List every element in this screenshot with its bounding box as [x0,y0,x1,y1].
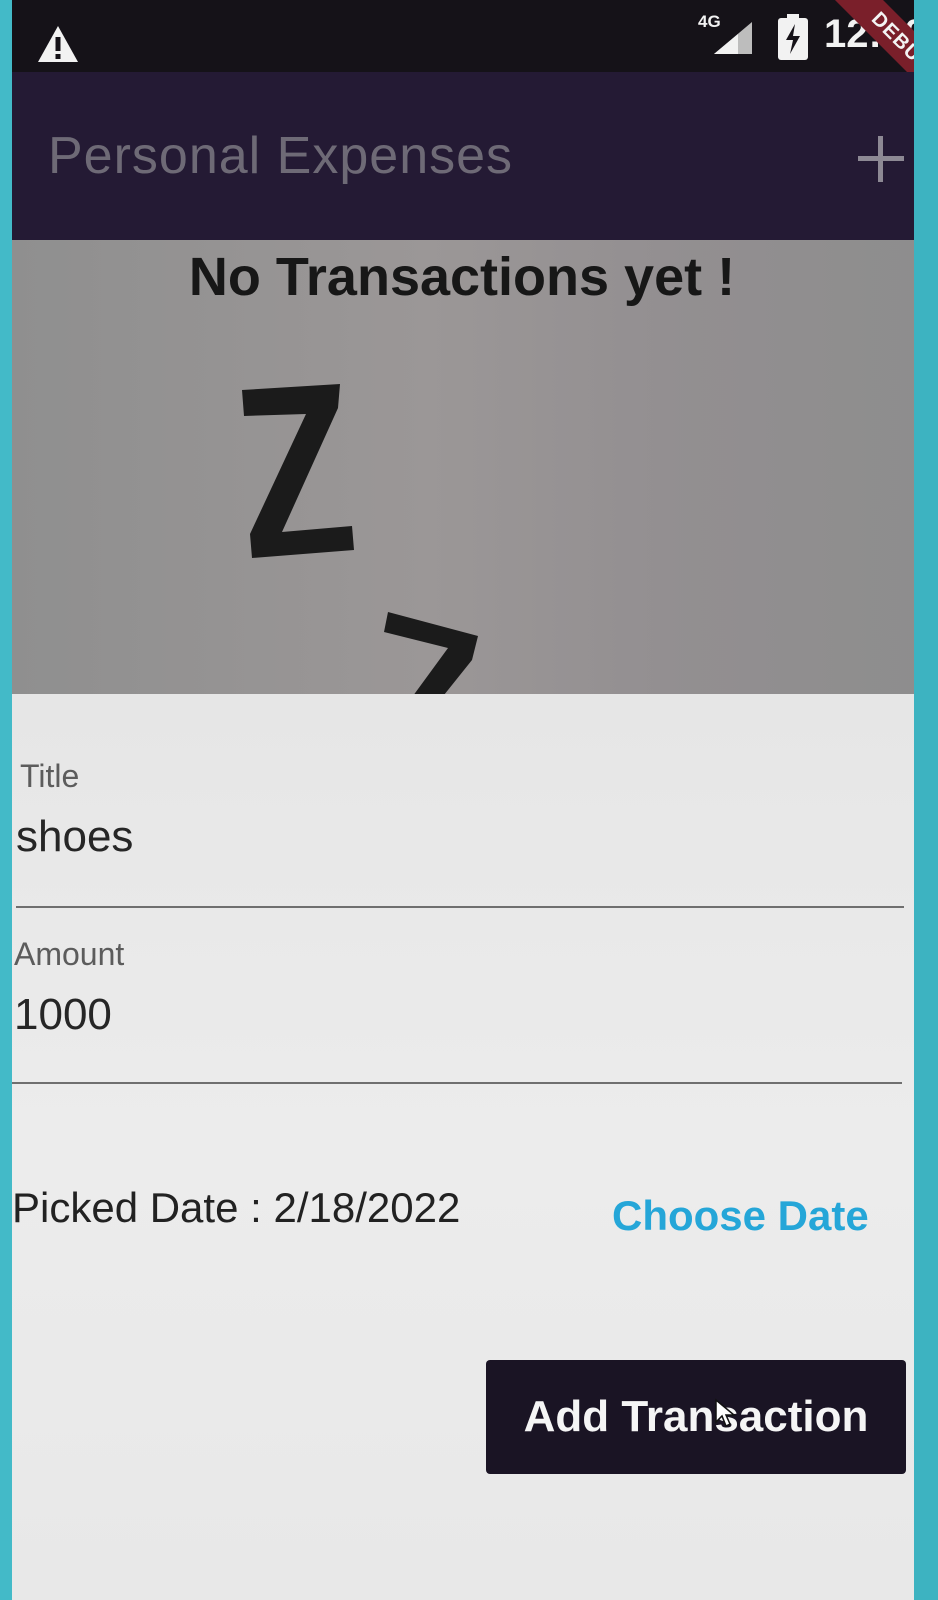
signal-icon [714,22,752,54]
status-bar: 4G 12:00 DEBUG [12,0,938,119]
title-input-underline [16,906,904,908]
app-bar: Personal Expenses [12,72,938,240]
sleeping-zzz-image [242,384,478,700]
amount-input-underline [12,1082,902,1084]
add-transaction-button[interactable]: Add Transaction [486,1360,906,1474]
mouse-cursor-icon [715,1398,737,1428]
title-input[interactable]: shoes [16,812,133,862]
app-title: Personal Expenses [48,127,514,185]
add-icon[interactable] [858,136,904,182]
transactions-area: No Transactions yet ! [12,240,938,700]
phone-screen: 4G 12:00 DEBUG Personal Expenses No Tran… [12,0,938,1600]
choose-date-button[interactable]: Choose Date [612,1192,869,1240]
new-transaction-sheet: Title shoes Amount 1000 Picked Date : 2/… [12,694,938,1600]
amount-input[interactable]: 1000 [14,990,112,1040]
picked-date-text: Picked Date : 2/18/2022 [12,1184,461,1231]
device-bezel-right [914,0,938,1600]
title-field-label: Title [20,758,80,794]
amount-field-label: Amount [14,936,125,972]
empty-state-message: No Transactions yet ! [188,247,736,307]
battery-charging-icon [778,14,808,60]
warning-icon [38,26,78,62]
